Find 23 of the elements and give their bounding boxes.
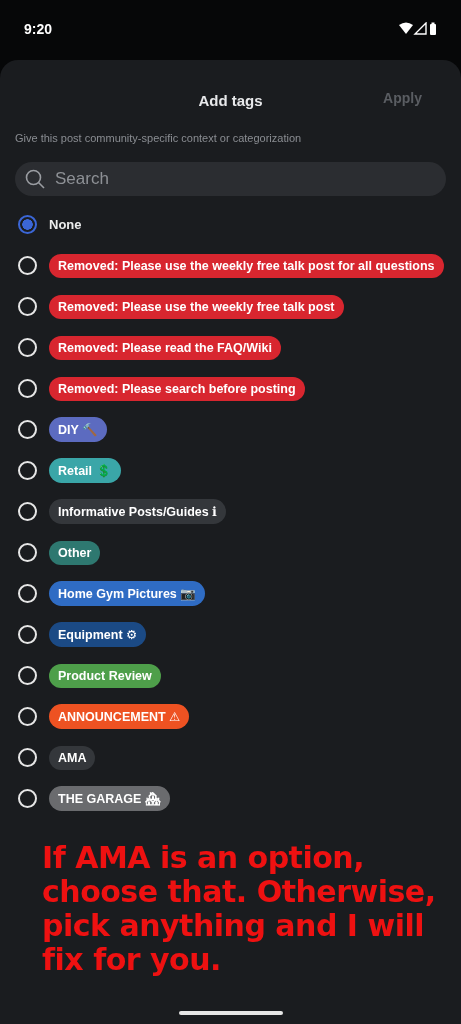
tag-chip[interactable]: Removed: Please use the weekly free talk post for all questions [49,253,444,278]
tag-chip[interactable]: Removed: Please read the FAQ/Wiki [49,335,281,360]
tag-chip[interactable]: ANNOUNCEMENT ⚠ [49,704,190,729]
sheet-title: Add tags [198,91,263,109]
search-icon [25,169,45,189]
search-field[interactable]: Search [15,162,446,196]
tag-chip[interactable]: Removed: Please search before posting [49,376,305,401]
tag-chip[interactable]: AMA [49,745,96,770]
tag-chip[interactable]: Informative Posts/Guides ℹ [49,499,226,524]
tag-chip[interactable]: Other [49,540,101,565]
sheet-subtitle: Give this post community-specific context or categorization [15,132,303,144]
tag-chip[interactable]: Retail 💲 [49,458,121,483]
radio-button[interactable] [18,215,37,234]
tag-chip[interactable]: THE GARAGE 🏘 [49,786,170,811]
tag-chip[interactable]: Removed: Please use the weekly free talk post [49,294,344,319]
tag-chip[interactable]: Equipment ⚙ [49,622,147,647]
option-label: None [49,217,82,232]
annotation-text: If AMA is an option, choose that. Otherwise, pick anything and I will fix for you. [42,841,437,977]
status-icons [399,21,437,36]
tag-chip[interactable]: Home Gym Pictures 📷 [49,581,206,606]
tag-chip[interactable]: Product Review [49,663,161,688]
tag-chip[interactable]: DIY 🔨 [49,417,108,442]
status-time: 9:20 [24,20,53,37]
